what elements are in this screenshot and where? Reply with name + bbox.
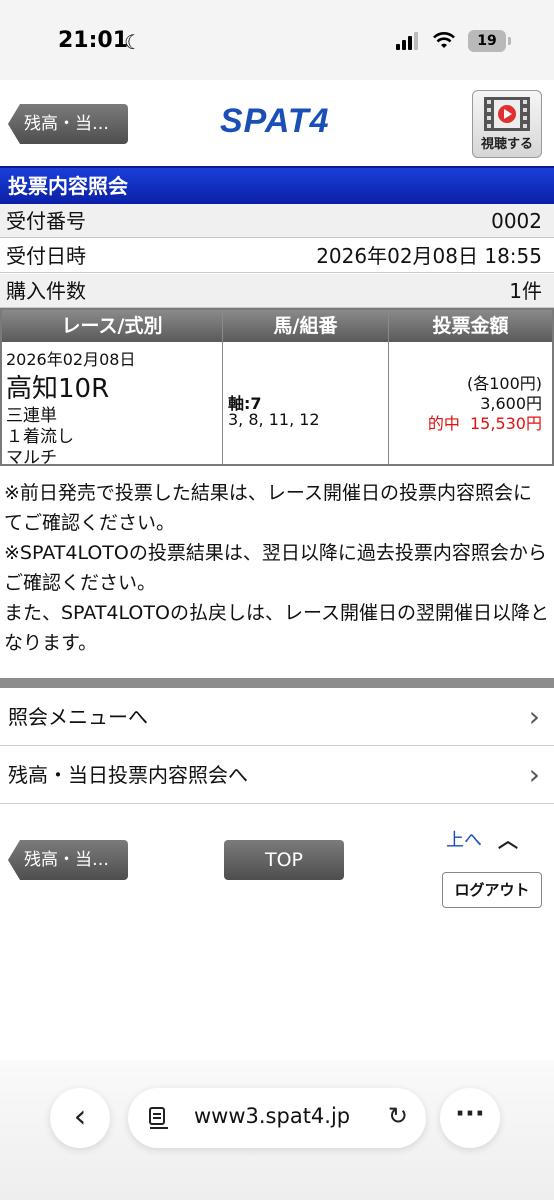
receipt-number-label: 受付番号 (6, 209, 86, 233)
receipt-datetime-label: 受付日時 (6, 244, 86, 268)
wifi-icon (433, 32, 455, 48)
film-play-icon (484, 97, 530, 131)
receipt-number-value: 0002 (491, 209, 542, 233)
back-button[interactable]: 残高・当… (8, 104, 128, 144)
bet-type-cell: 三連単 １着流し マルチ (6, 406, 74, 469)
status-time: 21:01 (58, 28, 129, 53)
combination: 3, 8, 11, 12 (228, 410, 320, 429)
purchase-count-label: 購入件数 (6, 279, 86, 303)
bet-mode: １着流し (6, 427, 74, 447)
purchase-count-row: 購入件数 1件 (0, 274, 554, 308)
receipt-datetime-value: 2026年02月08日 18:55 (316, 244, 542, 268)
chevron-right-icon: › (528, 758, 540, 791)
purchase-count-value: 1件 (509, 279, 542, 303)
win-amount: 15,530円 (470, 414, 542, 433)
bet-option: マルチ (6, 448, 57, 468)
header-bet-amount: 投票金額 (389, 310, 552, 342)
balance-today-link[interactable]: 残高・当日投票内容照会へ › (0, 746, 554, 804)
receipt-datetime-row: 受付日時 2026年02月08日 18:55 (0, 239, 554, 273)
top-button[interactable]: TOP (224, 840, 344, 880)
ellipsis-icon: ··· (455, 1099, 485, 1129)
back-button-bottom[interactable]: 残高・当… (8, 840, 128, 880)
win-label: 的中 (427, 414, 460, 433)
more-options-button[interactable]: ··· (440, 1088, 500, 1148)
bet-table: レース/式別 馬/組番 投票金額 2026年02月08日 高知10R 三連単 １… (0, 308, 554, 469)
battery-icon: 19 (468, 30, 511, 52)
watch-button[interactable]: 視聴する (472, 90, 542, 158)
chevron-right-icon: › (528, 700, 540, 733)
browser-back-button[interactable]: ‹ (50, 1088, 110, 1148)
bet-type: 三連単 (6, 406, 57, 426)
page-title: 投票内容照会 (0, 166, 554, 204)
page-menu-icon (149, 1107, 168, 1129)
race-date: 2026年02月08日 (6, 350, 136, 369)
status-bar: 21:01 ☾ 19 (0, 0, 554, 80)
url-text: www3.spat4.jp (194, 1104, 351, 1128)
signal-icon (396, 32, 422, 50)
notes: ※前日発売で投票した結果は、レース開催日の投票内容照会にてご確認ください。 ※S… (4, 478, 550, 658)
note-1: ※前日発売で投票した結果は、レース開催日の投票内容照会にてご確認ください。 (4, 482, 532, 534)
reload-icon[interactable]: ↻ (388, 1102, 408, 1130)
win-result: 的中 15,530円 (428, 410, 542, 434)
logout-button[interactable]: ログアウト (442, 872, 542, 908)
inquiry-menu-label: 照会メニューへ (8, 705, 148, 729)
divider (0, 678, 554, 688)
header-horse-combo: 馬/組番 (223, 310, 388, 342)
note-3: また、SPAT4LOTOの払戻しは、レース開催日の翌開催日以降となります。 (4, 602, 549, 654)
inquiry-menu-link[interactable]: 照会メニューへ › (0, 688, 554, 746)
chevron-left-icon: ‹ (73, 1097, 87, 1135)
watch-label: 視聴する (480, 137, 533, 152)
receipt-number-row: 受付番号 0002 (0, 204, 554, 238)
header-race-type: レース/式別 (2, 310, 222, 342)
header: 残高・当… SPAT4 視聴する (0, 80, 554, 166)
note-2: ※SPAT4LOTOの投票結果は、翌日以降に過去投票内容照会からご確認ください。 (4, 542, 547, 594)
spat4-logo[interactable]: SPAT4 (220, 102, 330, 141)
chevron-up-icon[interactable]: ︿ (498, 824, 518, 853)
scroll-up-link[interactable]: 上へ (446, 826, 482, 852)
moon-icon: ☾ (124, 30, 142, 54)
balance-today-label: 残高・当日投票内容照会へ (8, 763, 248, 787)
browser-toolbar: ‹ www3.spat4.jp ↻ ··· (0, 1060, 554, 1200)
address-bar[interactable]: www3.spat4.jp ↻ (128, 1088, 426, 1148)
race-name: 高知10R (6, 374, 110, 404)
